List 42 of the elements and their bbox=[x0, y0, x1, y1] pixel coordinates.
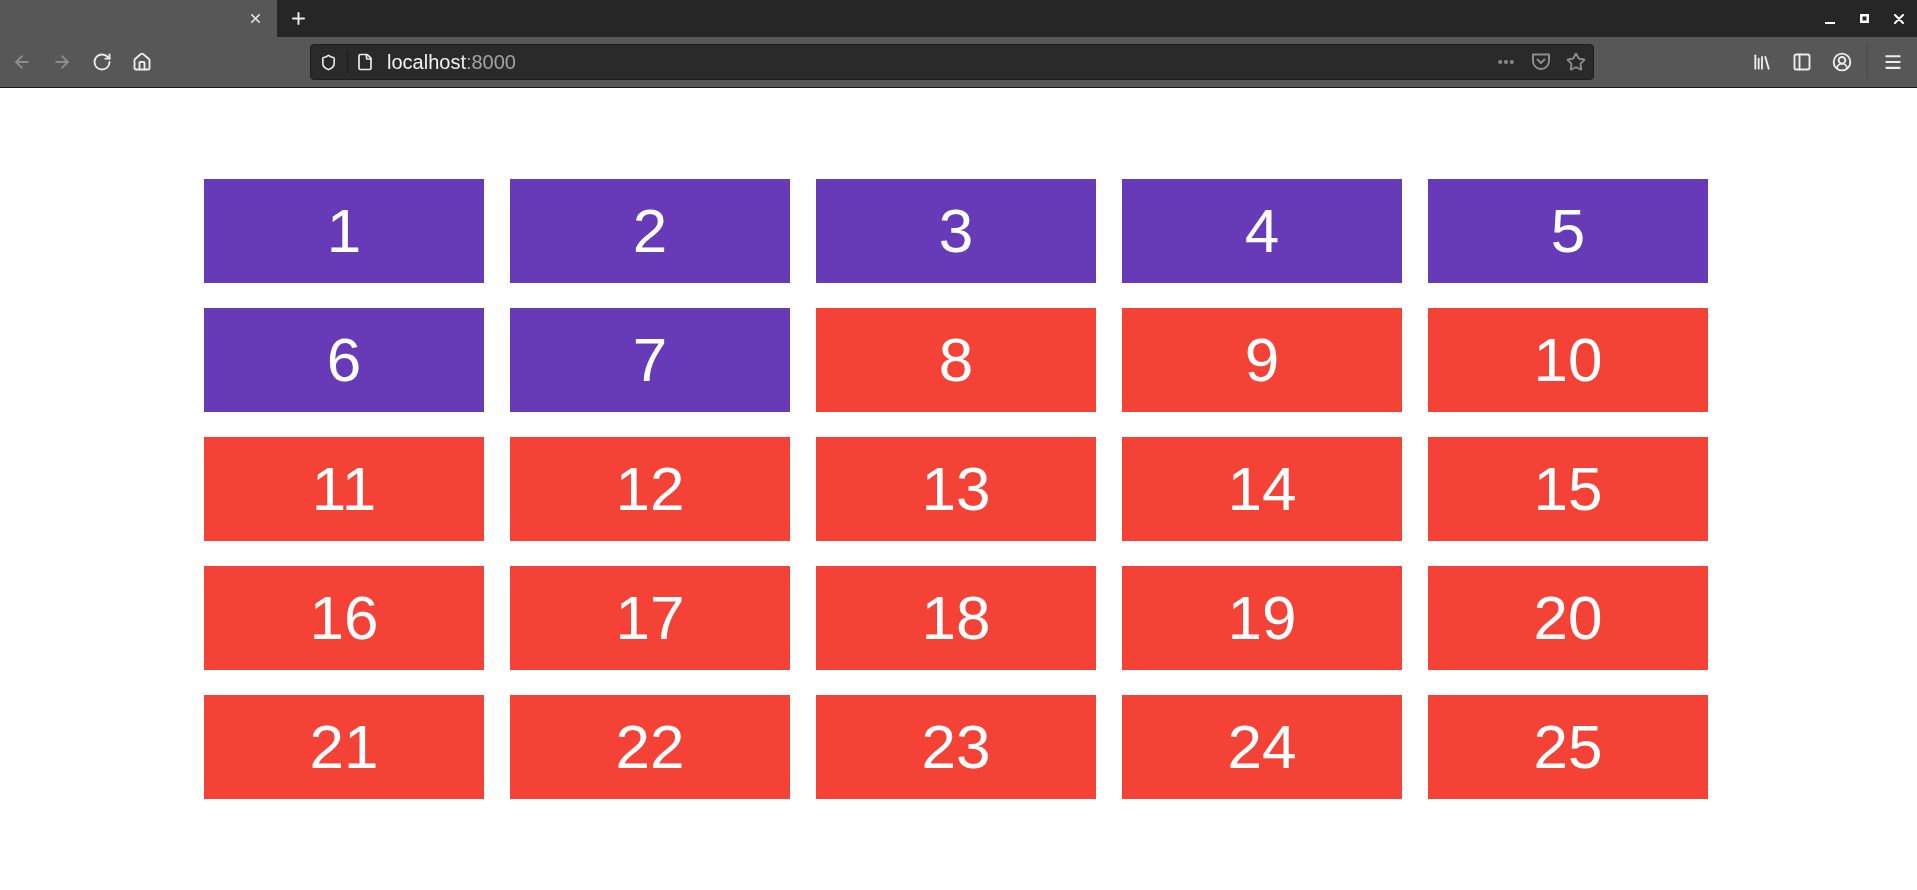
number-tile: 1 bbox=[204, 179, 484, 283]
page-icon[interactable] bbox=[356, 53, 374, 71]
number-tile: 14 bbox=[1122, 437, 1402, 541]
user-circle-icon[interactable] bbox=[1832, 52, 1852, 72]
chevron-badge-icon[interactable] bbox=[1531, 52, 1551, 72]
number-tile: 13 bbox=[816, 437, 1096, 541]
close-icon[interactable] bbox=[1894, 13, 1904, 24]
number-tile: 3 bbox=[816, 179, 1096, 283]
shield-icon[interactable] bbox=[320, 53, 337, 71]
plus-icon[interactable] bbox=[289, 9, 308, 28]
number-tile: 21 bbox=[204, 695, 484, 799]
number-tile: 6 bbox=[204, 308, 484, 412]
number-tile: 18 bbox=[816, 566, 1096, 670]
close-icon[interactable] bbox=[248, 11, 263, 26]
number-tile: 16 bbox=[204, 566, 484, 670]
reload-icon[interactable] bbox=[92, 52, 112, 72]
number-tile: 23 bbox=[816, 695, 1096, 799]
number-tile: 5 bbox=[1428, 179, 1708, 283]
number-tile: 24 bbox=[1122, 695, 1402, 799]
address-bar[interactable]: localhost:8000 bbox=[310, 44, 1594, 80]
number-tile: 12 bbox=[510, 437, 790, 541]
minimize-icon[interactable] bbox=[1825, 21, 1835, 24]
number-tile: 10 bbox=[1428, 308, 1708, 412]
star-icon[interactable] bbox=[1566, 52, 1586, 72]
number-tile: 11 bbox=[204, 437, 484, 541]
number-tile: 15 bbox=[1428, 437, 1708, 541]
number-tile: 22 bbox=[510, 695, 790, 799]
number-tile: 4 bbox=[1122, 179, 1402, 283]
maximize-icon[interactable] bbox=[1860, 14, 1869, 23]
number-tile: 19 bbox=[1122, 566, 1402, 670]
number-tile: 2 bbox=[510, 179, 790, 283]
number-tile: 8 bbox=[816, 308, 1096, 412]
number-tile: 7 bbox=[510, 308, 790, 412]
number-tile: 17 bbox=[510, 566, 790, 670]
number-tile: 20 bbox=[1428, 566, 1708, 670]
number-tile: 9 bbox=[1122, 308, 1402, 412]
menu-icon[interactable] bbox=[1883, 52, 1903, 72]
sidebar-icon[interactable] bbox=[1792, 52, 1812, 72]
number-tile: 25 bbox=[1428, 695, 1708, 799]
url-text: localhost:8000 bbox=[387, 50, 516, 74]
home-icon[interactable] bbox=[132, 52, 152, 72]
books-icon[interactable] bbox=[1752, 52, 1772, 72]
